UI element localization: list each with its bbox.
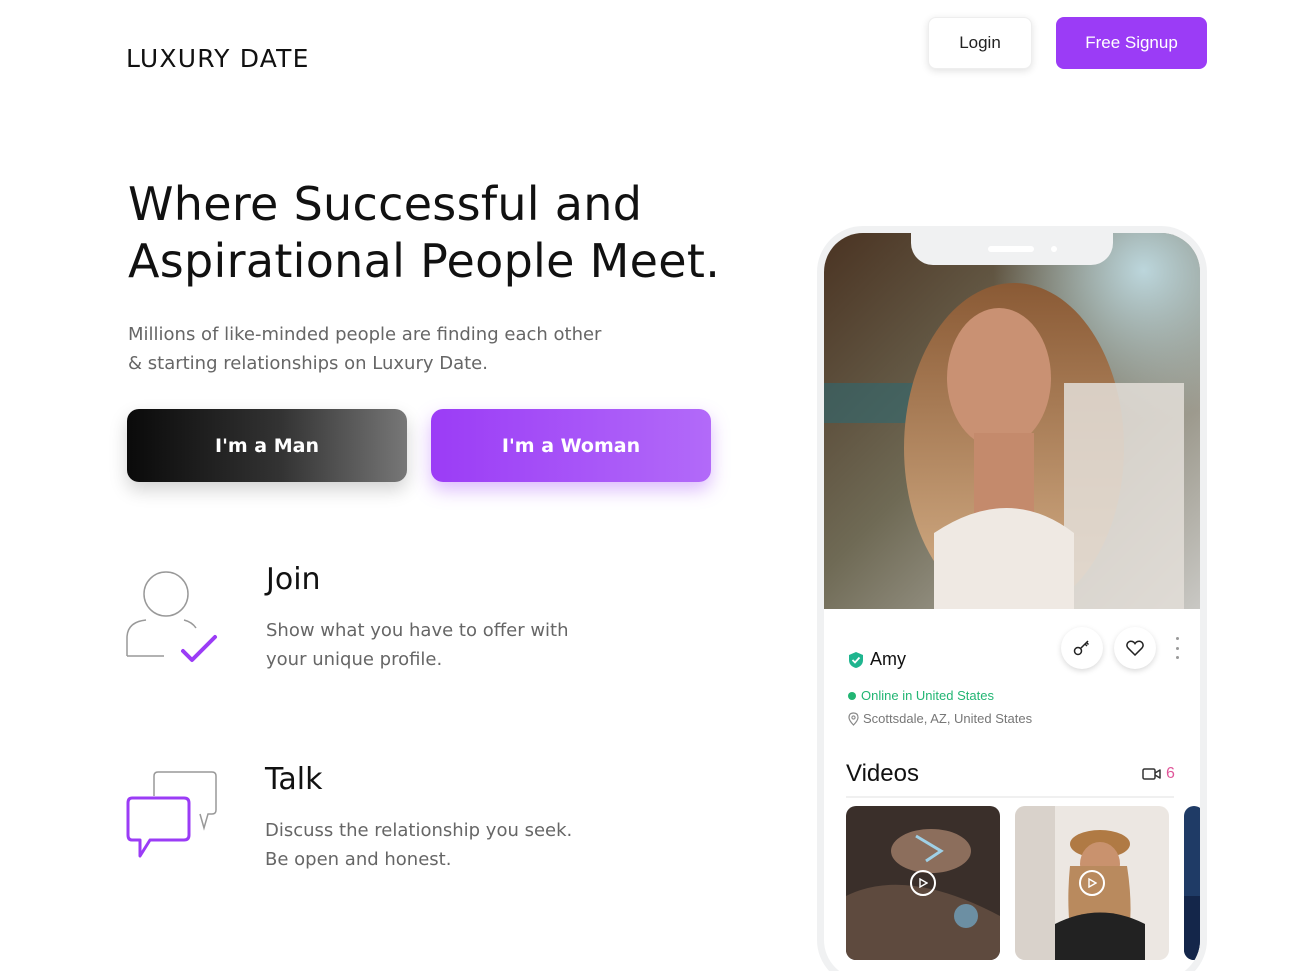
videos-divider bbox=[846, 796, 1174, 798]
feature-title-talk: Talk bbox=[265, 762, 323, 797]
hero-title: Where Successful and Aspirational People… bbox=[128, 176, 788, 290]
heart-icon bbox=[1126, 640, 1144, 656]
videos-count: 6 bbox=[1142, 765, 1175, 783]
feature-desc-talk: Discuss the relationship you seek. Be op… bbox=[265, 816, 625, 874]
feature-desc-talk-line1: Discuss the relationship you seek. bbox=[265, 820, 573, 841]
online-status: Online in United States bbox=[848, 688, 994, 703]
video-camera-icon bbox=[1142, 768, 1161, 780]
play-icon bbox=[910, 870, 936, 896]
profile-name: Amy bbox=[870, 649, 906, 669]
login-button[interactable]: Login bbox=[928, 17, 1032, 69]
hero-title-line1: Where Successful and bbox=[128, 177, 643, 231]
key-icon bbox=[1073, 640, 1090, 656]
hero-title-line2: Aspirational People Meet. bbox=[128, 234, 721, 288]
im-a-man-button[interactable]: I'm a Man bbox=[127, 409, 407, 482]
feature-desc-join: Show what you have to offer with your un… bbox=[266, 616, 626, 674]
play-icon bbox=[1079, 870, 1105, 896]
videos-count-number: 6 bbox=[1166, 765, 1175, 782]
user-check-icon bbox=[126, 568, 220, 668]
key-button[interactable] bbox=[1061, 627, 1103, 669]
feature-desc-join-line1: Show what you have to offer with bbox=[266, 620, 569, 641]
phone-mockup: Amy Online in United States Scottsdale, … bbox=[817, 226, 1207, 971]
notch-speaker bbox=[988, 246, 1034, 252]
favorite-button[interactable] bbox=[1114, 627, 1156, 669]
videos-heading: Videos bbox=[846, 760, 919, 787]
phone-notch bbox=[911, 233, 1113, 265]
location-row: Scottsdale, AZ, United States bbox=[848, 711, 1032, 726]
profile-photo[interactable] bbox=[824, 233, 1200, 609]
verified-shield-icon bbox=[849, 651, 863, 668]
site-logo[interactable]: LUXURY DATE bbox=[126, 44, 310, 73]
notch-camera bbox=[1051, 246, 1057, 252]
feature-title-join: Join bbox=[266, 562, 321, 597]
profile-name-row: Amy bbox=[848, 649, 906, 670]
feature-desc-talk-line2: Be open and honest. bbox=[265, 849, 452, 870]
location-text: Scottsdale, AZ, United States bbox=[863, 711, 1033, 726]
video-thumbnail[interactable] bbox=[846, 806, 1000, 960]
video-thumbnail[interactable] bbox=[1184, 806, 1200, 960]
more-options-button[interactable] bbox=[1172, 637, 1182, 659]
hero-subtitle-line1: Millions of like-minded people are findi… bbox=[128, 324, 602, 345]
online-status-text: Online in United States bbox=[861, 688, 994, 703]
im-a-woman-button[interactable]: I'm a Woman bbox=[431, 409, 711, 482]
online-dot-icon bbox=[848, 691, 856, 700]
location-pin-icon bbox=[848, 711, 859, 726]
hero-subtitle: Millions of like-minded people are findi… bbox=[128, 320, 648, 378]
chat-bubbles-icon bbox=[126, 770, 218, 866]
feature-desc-join-line2: your unique profile. bbox=[266, 649, 443, 670]
video-thumbnail[interactable] bbox=[1015, 806, 1169, 960]
hero-subtitle-line2: & starting relationships on Luxury Date. bbox=[128, 353, 488, 374]
free-signup-button[interactable]: Free Signup bbox=[1056, 17, 1207, 69]
